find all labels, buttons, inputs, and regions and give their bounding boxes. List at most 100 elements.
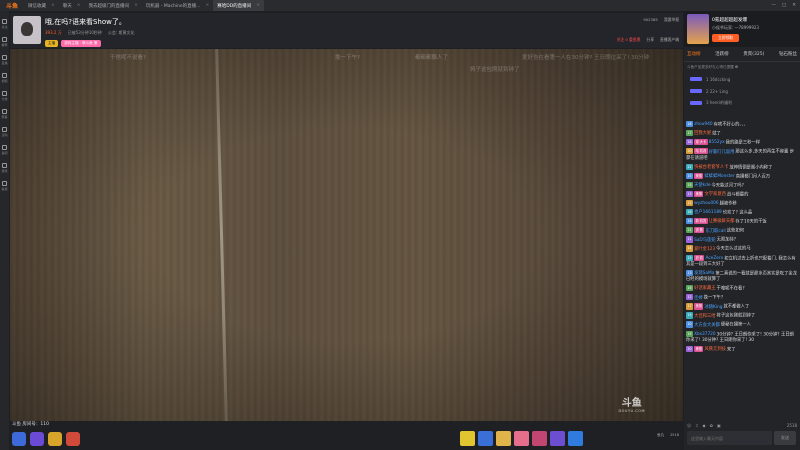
rail-item[interactable]: 视频 [1, 73, 8, 83]
gift-icon[interactable] [478, 431, 493, 446]
chat-text: 便秘在播第一人 [720, 322, 751, 328]
chat-text: 挽一下午? [703, 295, 724, 301]
rank-row[interactable]: 2 22+ Ling [684, 85, 800, 97]
chat-username[interactable]: 佳婷 [694, 296, 703, 301]
chat-username[interactable]: SaD乌莲蛇 [694, 238, 716, 243]
chat-username[interactable]: 快被台老套爷人卡 [694, 165, 728, 170]
close-icon[interactable]: × [51, 3, 55, 8]
chat-username[interactable]: 大方会大关都 [694, 323, 720, 328]
chat-username[interactable]: 文学家意西 [704, 192, 725, 197]
chat-username[interactable]: 发现SaMa [694, 271, 714, 276]
chat-username[interactable]: 好话家藏王 [694, 286, 715, 291]
video-player[interactable]: 干啥呢不说看? 挽一下午? 都都都飘人了 爱好告在看第一人在30分钟? 王日朗位… [10, 49, 683, 421]
chat-username[interactable]: zhou940 [694, 122, 713, 127]
douyu-logo[interactable]: 斗鱼 [0, 0, 24, 11]
gift-icon[interactable] [30, 432, 44, 446]
chat-username[interactable]: wyzhou006 [694, 201, 719, 206]
tab-diamond-fans[interactable]: 钻石粉丝 [779, 51, 797, 57]
danmu-text: 干啥呢不说看? [110, 55, 146, 61]
rail-item[interactable]: 鱼塘 [1, 181, 8, 191]
rail-item[interactable]: 推荐 [1, 37, 8, 47]
diamond-icon[interactable]: ◆ [703, 423, 706, 428]
chat-username[interactable]: 东刀取call [705, 229, 725, 234]
client-link[interactable]: 直播客户端 [660, 37, 679, 43]
chat-username[interactable]: 好鲁叮几饭用 [709, 150, 735, 155]
chat-username[interactable]: 8552yx [709, 140, 725, 145]
rank-badge[interactable]: 游戏主播 · 萌斗鱼 第 [61, 40, 101, 47]
user-level-badge: 19 [686, 312, 694, 319]
tab-room-2[interactable]: 玩机器 - Machine的直播... × [142, 0, 213, 11]
tab-active-rank[interactable]: 活跃榜 [715, 51, 729, 57]
maximize-icon[interactable]: □ [782, 3, 786, 8]
trophy-icon [1, 109, 7, 114]
gift-count: 2518 [786, 422, 797, 428]
user-level-badge: 11 [686, 236, 694, 243]
report-link[interactable]: 我要举报 [664, 17, 679, 23]
chat-input[interactable] [687, 431, 772, 445]
rail-item[interactable]: 分类 [1, 91, 8, 101]
rank-row[interactable]: 3 henri的福利 [684, 97, 800, 109]
chat-username[interactable]: 蚌蚌蚌Monster [704, 174, 734, 179]
close-window-icon[interactable]: ✕ [792, 3, 796, 8]
fish-ball-label[interactable]: 鱼丸 [657, 433, 664, 438]
chat-message: 12 wyzhou006腿被作移 [686, 199, 798, 208]
gift-icon[interactable] [532, 431, 547, 446]
rail-item[interactable]: 直播 [1, 55, 8, 65]
tab-vip[interactable]: 贵宾(325) [743, 51, 764, 57]
gift-icon[interactable] [568, 431, 583, 446]
follow-button[interactable]: 关注 0 重鱼票 [617, 37, 641, 43]
chat-list[interactable]: 16 zhou940有啥不好心的、、、 17 回我大妮就了 18 菜·大卡 8552yx我的… [684, 121, 800, 421]
gift-icon[interactable] [514, 431, 529, 446]
tab-room-1[interactable]: 我去超级门的直播间 × [85, 0, 142, 11]
chat-username[interactable]: 也户1661189 [694, 210, 722, 215]
panel-tabs: 互动榜 活跃榜 贵宾(325) 钻石粉丝 [684, 47, 800, 62]
chat-username[interactable]: 爱叶金123 [694, 247, 715, 252]
share-icon[interactable]: ⇧ [695, 423, 698, 428]
chat-username[interactable]: AceZero [705, 256, 723, 261]
rail-item[interactable]: 活动 [1, 127, 8, 137]
tab-room-active[interactable]: 赛哈DD的直播间 × [213, 0, 264, 11]
chat-username[interactable]: 大佳和三哈 [694, 314, 715, 319]
user-level-badge: 12 [686, 199, 694, 207]
gift-icon[interactable] [66, 432, 80, 446]
chat-username[interactable]: 风蕉元到技 [704, 347, 725, 352]
streamer-avatar[interactable] [13, 16, 41, 44]
close-icon[interactable]: × [134, 3, 138, 8]
chat-username[interactable]: Xbs37720 [694, 332, 716, 337]
rail-item[interactable]: 关注 [1, 19, 8, 29]
gift-icon[interactable] [460, 431, 475, 446]
rail-item[interactable]: 游戏 [1, 163, 8, 173]
rail-item[interactable]: 鱼吧 [1, 145, 8, 155]
ad-banner[interactable]: 0氪超超超超发爆 小侯爷玩家: 一78999923 立即领取 [684, 11, 800, 47]
tab-interaction-rank[interactable]: 互动榜 [687, 51, 701, 57]
minimize-icon[interactable]: — [771, 3, 776, 8]
pond-icon [1, 181, 7, 186]
close-icon[interactable]: × [256, 3, 260, 8]
share-button[interactable]: 分享 [646, 37, 654, 43]
card-icon[interactable]: ▣ [717, 423, 721, 428]
guild-tag[interactable]: 公会: 斯黄文化 [108, 30, 135, 36]
close-icon[interactable]: × [77, 3, 81, 8]
gift-icon[interactable] [496, 431, 511, 446]
emoji-icon[interactable]: ☺ [687, 423, 691, 428]
send-button[interactable]: 发送 [774, 431, 796, 445]
rail-item[interactable]: 赛事 [1, 109, 8, 119]
trophy-icon[interactable] [48, 432, 62, 446]
ad-claim-button[interactable]: 立即领取 [712, 33, 740, 42]
ad-subtitle: 小侯爷玩家: 一78999923 [712, 24, 759, 30]
chat-username[interactable]: 回我大妮 [694, 131, 711, 136]
chat-username[interactable]: 天使kde [694, 183, 710, 188]
gift-icon[interactable] [550, 431, 565, 446]
chat-message: 16 好话家藏王干嗖呢不在看? [686, 285, 798, 293]
gift-icon[interactable] [12, 432, 26, 446]
tab-weixin[interactable]: 微信收藏 × [24, 0, 59, 11]
chat-message: 15 初·赛 AceZero初立机过去上折也只配着门, 我怎么有其是一段到三大好了 [686, 254, 798, 269]
close-icon[interactable]: × [205, 3, 209, 8]
tab-chat[interactable]: 聊天 × [59, 0, 85, 11]
chat-username[interactable]: 让赛级鲜天都 [709, 219, 735, 224]
flower-icon[interactable]: ✿ [710, 423, 713, 428]
chat-username[interactable]: 冰随King [704, 305, 722, 310]
tv-icon [1, 55, 7, 60]
fan-badge: 新·初赛 [694, 218, 708, 225]
rank-row[interactable]: 1 16dccking [684, 73, 800, 85]
